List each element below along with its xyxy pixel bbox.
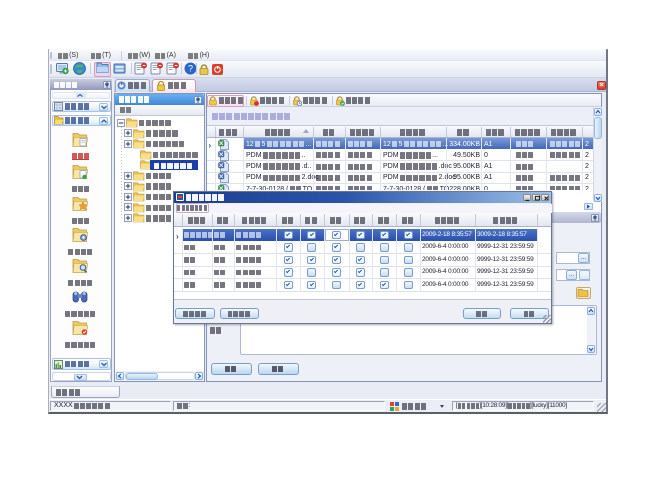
svg-text:?: ? <box>188 64 193 74</box>
